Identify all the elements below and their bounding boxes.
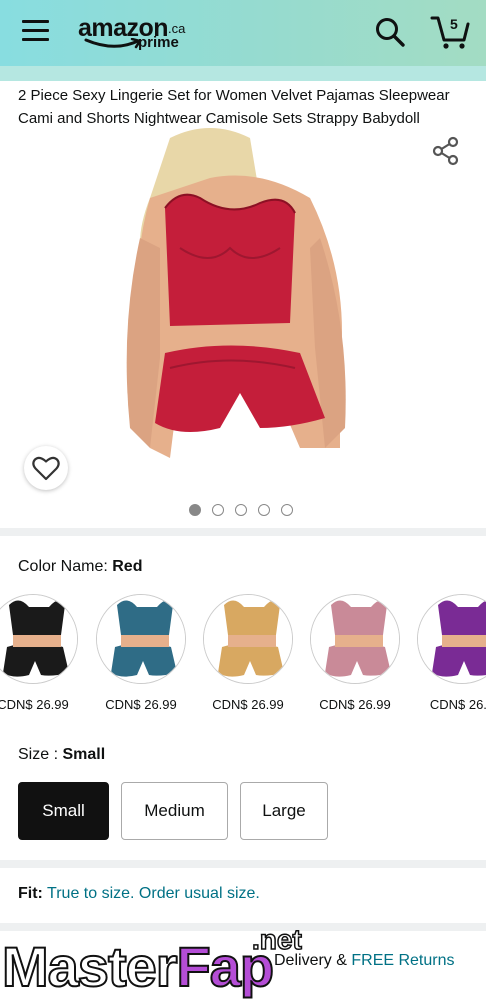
size-label: Size : Small (18, 746, 105, 764)
product-image[interactable] (110, 128, 370, 496)
size-option-large[interactable]: Large (240, 782, 328, 840)
free-returns-link[interactable]: FREE Returns (351, 952, 454, 969)
carousel-dot[interactable] (258, 504, 270, 516)
color-swatch[interactable] (96, 594, 186, 684)
swatch-price: CDN$ 26.99 (212, 697, 284, 712)
watermark-logo: MasterFap .net (0, 923, 310, 1000)
size-option-medium[interactable]: Medium (121, 782, 228, 840)
cart-count-badge: 5 (450, 16, 458, 32)
amazon-logo[interactable]: amazon .ca prime (78, 14, 198, 54)
color-label-text: Color Name: (18, 558, 113, 575)
selected-size: Small (62, 746, 106, 763)
carousel-dot[interactable] (212, 504, 224, 516)
subnav-bar (0, 66, 486, 81)
swatch-image (97, 595, 185, 683)
color-swatch[interactable] (417, 594, 486, 684)
watermark-text: MasterFap (1, 934, 275, 999)
swatch-image (204, 595, 292, 683)
search-icon[interactable] (374, 16, 406, 48)
logo-prime: prime (138, 34, 179, 51)
swatch-image (311, 595, 399, 683)
top-nav-bar: amazon .ca prime 5 (0, 0, 486, 66)
heart-icon (32, 456, 60, 481)
watermark-suffix: .net (251, 923, 302, 956)
size-option-small[interactable]: Small (18, 782, 109, 840)
color-swatch[interactable] (203, 594, 293, 684)
logo-smile-icon (84, 38, 143, 49)
swatch-image (418, 595, 486, 683)
hamburger-menu-icon[interactable] (22, 20, 49, 42)
wishlist-button[interactable] (24, 446, 68, 490)
selected-color: Red (112, 558, 143, 575)
swatch-image (0, 595, 77, 683)
color-swatch[interactable] (310, 594, 400, 684)
fit-value-link[interactable]: True to size. Order usual size. (47, 885, 260, 902)
carousel-dot[interactable] (189, 504, 201, 516)
swatch-price: CDN$ 26.9 (429, 697, 486, 712)
swatch-price: CDN$ 26.99 (0, 697, 69, 712)
section-divider (0, 860, 486, 868)
color-name-label: Color Name: Red (18, 558, 142, 576)
fit-label: Fit: (18, 885, 43, 902)
share-icon[interactable] (432, 136, 460, 166)
image-carousel-dots (189, 504, 293, 516)
fit-info: Fit: True to size. Order usual size. (18, 885, 260, 903)
size-label-text: Size : (18, 746, 63, 763)
carousel-dot[interactable] (281, 504, 293, 516)
carousel-dot[interactable] (235, 504, 247, 516)
section-divider (0, 528, 486, 536)
swatch-price: CDN$ 26.99 (105, 697, 177, 712)
product-title: 2 Piece Sexy Lingerie Set for Women Velv… (18, 87, 450, 127)
color-swatch[interactable] (0, 594, 78, 684)
swatch-price: CDN$ 26.99 (319, 697, 391, 712)
